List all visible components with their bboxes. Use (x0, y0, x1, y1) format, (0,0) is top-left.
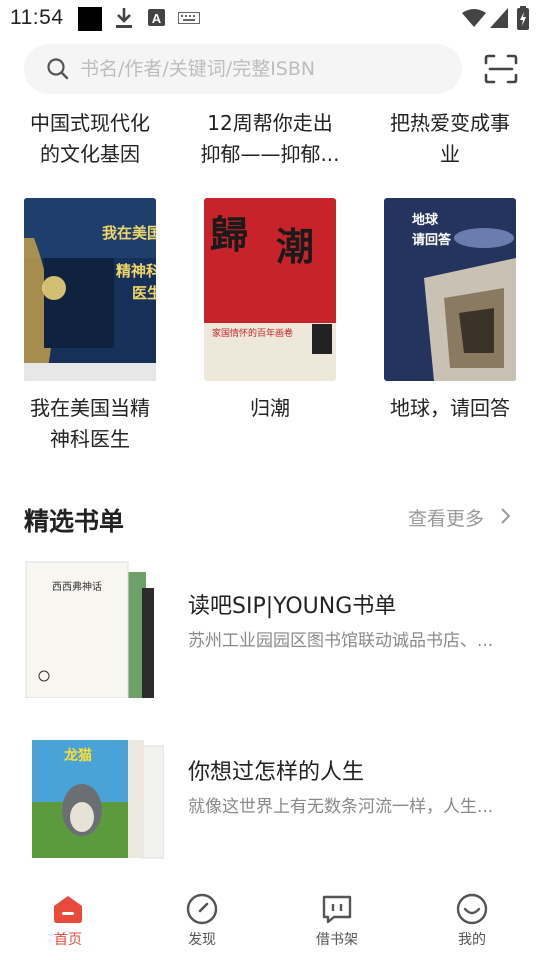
nav-item-bookshelf[interactable]: 借书架 (287, 892, 387, 952)
nav-item-mine[interactable]: 我的 (422, 892, 522, 952)
search-field[interactable] (24, 44, 462, 94)
book-item-4[interactable]: 我在美国当精 神科医生 (15, 393, 165, 455)
booklist-cover: 龙猫 (32, 740, 164, 859)
search-input[interactable] (80, 44, 450, 94)
book-cover-art: 歸 潮 家国情怀的百年画卷 (204, 198, 336, 381)
book-item-6[interactable]: 地球，请回答 (375, 393, 525, 424)
svg-text:我在美国当: 我在美国当 (102, 224, 156, 242)
svg-text:医生: 医生 (132, 284, 156, 302)
book-cover[interactable]: 我在美国当 精神科 医生 (24, 198, 156, 381)
book-title-line: 的文化基因 (40, 142, 140, 166)
booklist-item[interactable]: 龙猫 你想过怎样的人生 就像这世界上有无数条河流一样，人生... (0, 722, 540, 872)
search-bar (0, 44, 540, 96)
svg-text:精神科: 精神科 (116, 262, 156, 280)
compass-icon (186, 893, 218, 925)
font-icon: A (148, 9, 165, 26)
bookshelf-icon (322, 895, 352, 924)
svg-text:潮: 潮 (276, 224, 314, 269)
nav-label: 首页 (54, 932, 82, 948)
nav-label: 发现 (188, 932, 216, 948)
booklist-description: 就像这世界上有无数条河流一样，人生... (188, 797, 494, 817)
bottom-nav: 首页 发现 借书架 我的 (0, 880, 540, 960)
svg-text:西西弗神话: 西西弗神话 (52, 580, 102, 593)
book-title-line: 归潮 (250, 396, 290, 420)
booklist-title: 读吧SIP|YOUNG书单 (188, 594, 397, 619)
svg-text:歸: 歸 (210, 212, 248, 257)
book-title-line: 12周帮你走出 (207, 111, 333, 135)
status-time: 11:54 (10, 6, 64, 29)
svg-text:请回答: 请回答 (412, 232, 452, 248)
svg-text:地球: 地球 (412, 212, 439, 228)
nav-label: 我的 (458, 932, 486, 948)
nav-item-home[interactable]: 首页 (18, 892, 118, 952)
see-more-link[interactable]: 查看更多 (408, 504, 484, 531)
book-item-2[interactable]: 12周帮你走出 抑郁——抑郁... (195, 108, 345, 170)
app-notification-icon (78, 7, 102, 31)
booklist-title: 你想过怎样的人生 (188, 760, 365, 785)
cellular-signal-icon (490, 8, 508, 28)
nav-item-discover[interactable]: 发现 (152, 892, 252, 952)
book-cover-art: 地球 请回答 (384, 198, 516, 381)
chevron-right-icon[interactable] (498, 507, 512, 525)
book-item-1[interactable]: 中国式现代化 的文化基因 (15, 108, 165, 170)
wifi-icon (462, 9, 486, 27)
book-title-line: 神科医生 (50, 427, 130, 451)
status-bar: 11:54 A (0, 0, 540, 36)
book-title-line: 我在美国当精 (30, 396, 150, 420)
booklist-description: 苏州工业园园区图书馆联动诚品书店、... (188, 631, 494, 651)
search-icon (47, 58, 69, 80)
book-item-3[interactable]: 把热爱变成事 业 (375, 108, 525, 170)
book-cover[interactable]: 地球 请回答 (384, 198, 516, 381)
book-title-line: 中国式现代化 (30, 111, 150, 135)
download-icon (116, 8, 132, 28)
keyboard-icon (178, 12, 200, 24)
book-title-line: 业 (440, 142, 460, 166)
book-cover[interactable]: 歸 潮 家国情怀的百年画卷 (204, 198, 336, 381)
book-title-line: 把热爱变成事 (390, 111, 510, 135)
book-cover-art: 我在美国当 精神科 医生 (24, 198, 156, 381)
scan-icon[interactable] (484, 54, 518, 84)
booklist-cover: 西西弗神话 (25, 561, 154, 698)
svg-text:家国情怀的百年画卷: 家国情怀的百年画卷 (212, 327, 293, 339)
nav-label: 借书架 (316, 932, 358, 948)
book-title-line: 地球，请回答 (390, 396, 510, 420)
booklist-item[interactable]: 西西弗神话 读吧SIP|YOUNG书单 苏州工业园园区图书馆联动诚品书店、... (0, 558, 540, 708)
book-title-line: 抑郁——抑郁... (200, 142, 340, 166)
svg-text:龙猫: 龙猫 (63, 747, 92, 764)
smile-icon (456, 893, 488, 925)
home-icon (54, 896, 82, 923)
section-title: 精选书单 (24, 507, 125, 536)
book-item-5[interactable]: 归潮 (195, 393, 345, 424)
battery-charging-icon (517, 6, 529, 30)
svg-text:A: A (152, 11, 162, 26)
